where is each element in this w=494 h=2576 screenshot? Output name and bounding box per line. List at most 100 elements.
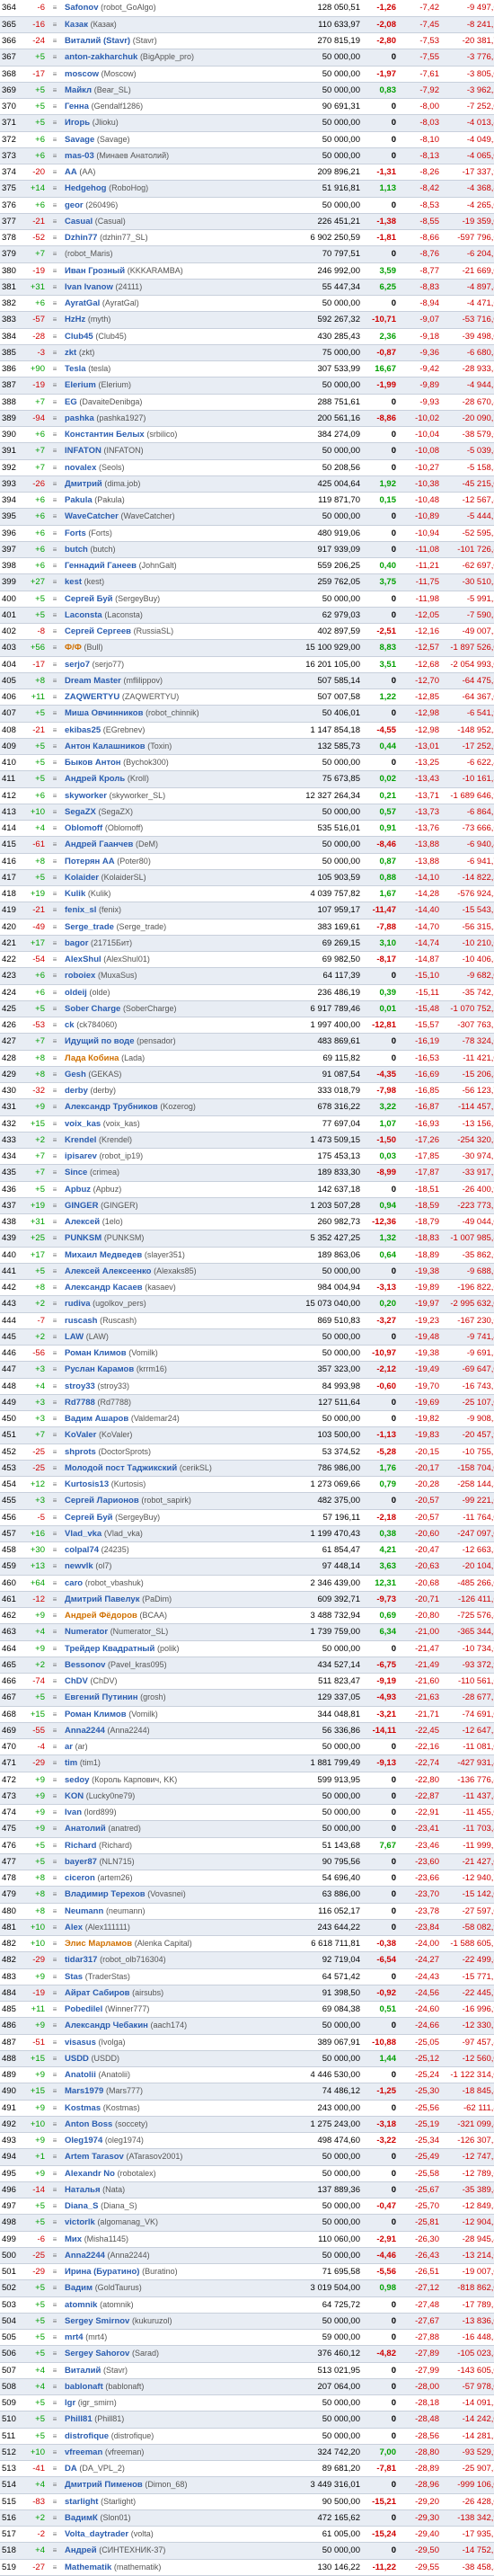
chart-icon[interactable]: ≡ [47,2165,63,2182]
participant-cell[interactable]: mas-03 (Минаев Анатолий) [63,147,287,165]
chart-icon[interactable]: ≡ [47,2476,63,2494]
participant-name-link[interactable]: Владимир Терехов [65,1889,146,1899]
participant-cell[interactable]: Casual (Casual) [63,213,287,231]
chart-icon[interactable]: ≡ [47,2526,63,2544]
participant-name-link[interactable]: novalex [65,463,96,473]
chart-icon[interactable]: ≡ [47,2116,63,2134]
chart-icon[interactable]: ≡ [47,66,63,83]
chart-icon[interactable]: ≡ [47,639,63,657]
participant-name-link[interactable]: Лада Кобина [65,1053,119,1063]
chart-icon[interactable]: ≡ [47,32,63,50]
participant-cell[interactable]: pashka (pashka1927) [63,410,287,428]
participant-cell[interactable]: Laconsta (Laconsta) [63,607,287,625]
participant-name-link[interactable]: oldeij [65,988,87,998]
participant-cell[interactable]: Андрей Фёдоров (BCAA) [63,1607,287,1625]
chart-icon[interactable]: ≡ [47,229,63,247]
chart-icon[interactable]: ≡ [47,557,63,575]
participant-cell[interactable]: bagor (21715Бит) [63,935,287,953]
participant-cell[interactable]: visasus (Ivolga) [63,2034,287,2051]
participant-cell[interactable]: HzHz (myth) [63,311,287,329]
participant-name-link[interactable]: Ирина (Буратино) [65,2267,139,2277]
chart-icon[interactable]: ≡ [47,1853,63,1871]
chart-icon[interactable]: ≡ [47,2231,63,2248]
participant-name-link[interactable]: caro [65,1578,83,1588]
chart-icon[interactable]: ≡ [47,738,63,756]
participant-name-link[interactable]: skyworker [65,791,107,801]
chart-icon[interactable]: ≡ [47,2198,63,2216]
participant-cell[interactable]: Геннадий Ганеев (JohnGalt) [63,557,287,575]
participant-name-link[interactable]: ck [65,1020,75,1030]
participant-name-link[interactable]: Sergey Sahorov [65,2349,129,2358]
participant-cell[interactable]: fenix_sl (fenix) [63,902,287,919]
chart-icon[interactable]: ≡ [47,1492,63,1510]
participant-cell[interactable]: tim (tim1) [63,1754,287,1772]
chart-icon[interactable]: ≡ [47,2345,63,2363]
chart-icon[interactable]: ≡ [47,2493,63,2510]
chart-icon[interactable]: ≡ [47,820,63,838]
chart-icon[interactable]: ≡ [47,1132,63,1150]
participant-name-link[interactable]: Михаил Медведев [65,1250,142,1260]
chart-icon[interactable]: ≡ [47,1279,63,1297]
chart-icon[interactable]: ≡ [47,311,63,329]
chart-icon[interactable]: ≡ [47,410,63,428]
participant-cell[interactable]: Александр Касаев (kasaev) [63,1279,287,1297]
participant-cell[interactable]: Kolaider (KolaiderSL) [63,869,287,887]
participant-cell[interactable]: Андрей Кроль (Kroll) [63,770,287,788]
participant-cell[interactable]: Казак (Казак) [63,16,287,34]
participant-cell[interactable]: Pobedilel (Winner777) [63,2001,287,2019]
participant-cell[interactable]: Anton Boss (soccety) [63,2116,287,2134]
chart-icon[interactable]: ≡ [47,2083,63,2101]
participant-name-link[interactable]: Молодой пост Таджикский [65,1463,177,1473]
chart-icon[interactable]: ≡ [47,770,63,788]
chart-icon[interactable]: ≡ [47,804,63,822]
chart-icon[interactable]: ≡ [47,394,63,411]
participant-cell[interactable]: Мих (Misha1145) [63,2231,287,2248]
participant-cell[interactable]: ChDV (ChDV) [63,1673,287,1691]
participant-name-link[interactable]: ar [65,1742,73,1752]
participant-name-link[interactable]: Майкл [65,85,92,95]
participant-cell[interactable]: Ф/Ф (Bull) [63,639,287,657]
participant-cell[interactable]: PUNKSM (PUNKSM) [63,1230,287,1248]
participant-cell[interactable]: Kurtosis13 (Kurtosis) [63,1476,287,1494]
participant-cell[interactable]: Anatolii (Anatolii) [63,2066,287,2084]
chart-icon[interactable]: ≡ [47,1476,63,1494]
chart-icon[interactable]: ≡ [47,2444,63,2462]
chart-icon[interactable]: ≡ [47,426,63,444]
participant-name-link[interactable]: Oleg1974 [65,2136,102,2145]
participant-cell[interactable]: Сергей Сергеев (RussiaSL) [63,623,287,641]
participant-cell[interactable]: Dzhin77 (dzhin77_SL) [63,229,287,247]
participant-cell[interactable]: derby (derby) [63,1082,287,1100]
participant-cell[interactable]: skyworker (skyworker_SL) [63,787,287,804]
participant-name-link[interactable]: Volta_daytrader [65,2529,128,2539]
participant-name-link[interactable]: Numerator [65,1627,108,1637]
participant-name-link[interactable]: Мих [65,2234,82,2244]
chart-icon[interactable]: ≡ [47,2034,63,2051]
participant-cell[interactable]: Константин Белых (srbilico) [63,426,287,444]
participant-name-link[interactable]: sedoy [65,1775,89,1785]
chart-icon[interactable]: ≡ [47,1640,63,1657]
chart-icon[interactable]: ≡ [47,2542,63,2560]
participant-cell[interactable]: tidar317 (robot_olb716304) [63,1951,287,1969]
participant-name-link[interactable]: Алексей Алексеенко [65,1266,151,1276]
participant-cell[interactable]: kest (kest) [63,573,287,591]
chart-icon[interactable]: ≡ [47,0,63,17]
chart-icon[interactable]: ≡ [47,2017,63,2035]
participant-cell[interactable]: Sergey Smirnov (kukuruzol) [63,2313,287,2331]
chart-icon[interactable]: ≡ [47,180,63,198]
chart-icon[interactable]: ≡ [47,492,63,510]
participant-name-link[interactable]: KON [65,1791,84,1801]
participant-cell[interactable]: Генна (Gendalf1286) [63,98,287,116]
participant-cell[interactable]: Андрей (СИНТЕХНИК-37) [63,2542,287,2560]
participant-name-link[interactable]: Казак [65,20,88,30]
chart-icon[interactable]: ≡ [47,1541,63,1559]
participant-name-link[interactable]: anton-zakharchuk [65,52,137,62]
chart-icon[interactable]: ≡ [47,541,63,559]
participant-name-link[interactable]: Gesh [65,1070,86,1079]
participant-name-link[interactable]: Pobedilel [65,2004,102,2014]
chart-icon[interactable]: ≡ [47,1525,63,1543]
participant-name-link[interactable]: Айрат Сабиров [65,1988,130,1998]
chart-icon[interactable]: ≡ [47,164,63,182]
participant-cell[interactable]: mrt4 (mrt4) [63,2329,287,2347]
chart-icon[interactable]: ≡ [47,1591,63,1609]
participant-name-link[interactable]: Сергей Буй [65,594,113,604]
